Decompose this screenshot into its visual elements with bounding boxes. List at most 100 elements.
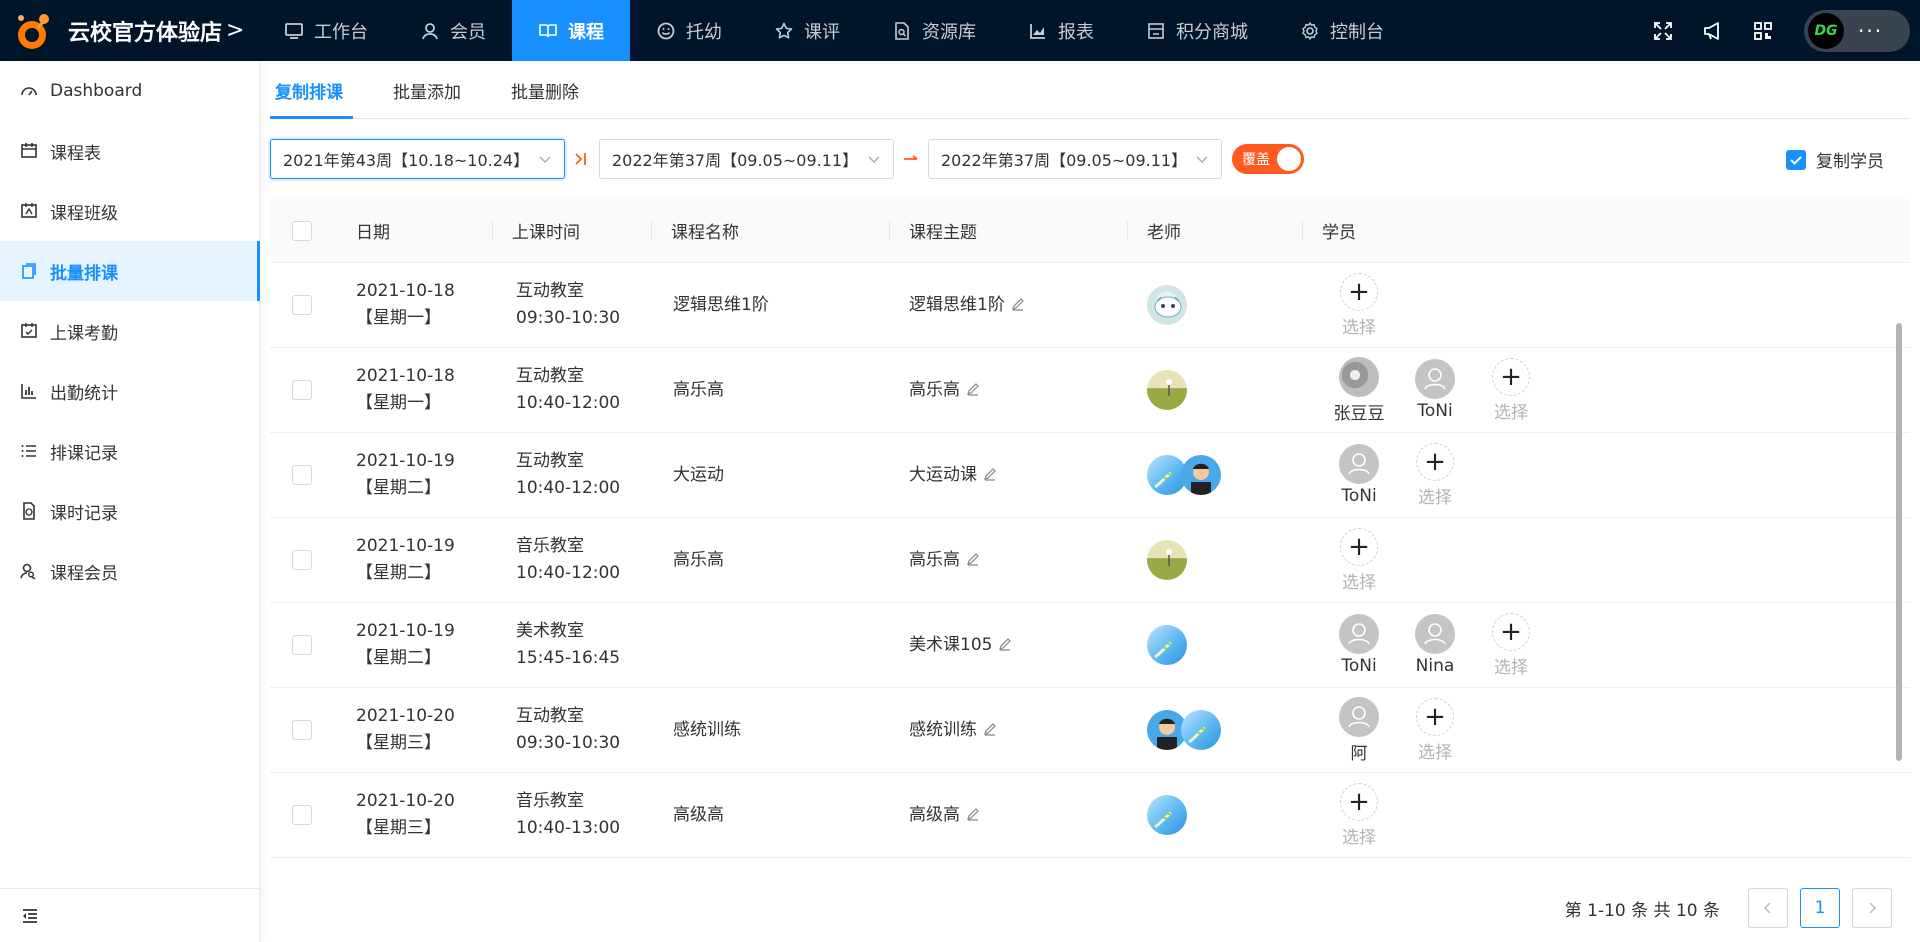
sidebar-item-attendance[interactable]: 上课考勤 (0, 301, 259, 361)
teacher-cell (1127, 710, 1302, 750)
select-student-button[interactable]: + 选择 (1484, 612, 1538, 678)
table-scrollbar[interactable] (1896, 323, 1902, 761)
copy-students-label: 复制学员 (1816, 152, 1884, 172)
edit-icon[interactable] (966, 807, 980, 821)
room-value: 互动教室 (516, 281, 584, 301)
pagination-summary: 第 1-10 条 共 10 条 (1564, 900, 1720, 921)
arrow-to-right-icon (575, 153, 586, 165)
sidebar-item-label: 课程会员 (50, 563, 118, 584)
plus-icon: + (1492, 612, 1530, 651)
course-cell: 大运动 (651, 462, 889, 489)
select-student-button[interactable]: + 选择 (1332, 527, 1386, 593)
sidebar-item-schedule-records[interactable]: 排课记录 (0, 421, 259, 481)
time-cell: 音乐教室 10:40-13:00 (492, 788, 651, 842)
nav-resources[interactable]: 资源库 (866, 0, 1002, 61)
nav-reports[interactable]: 报表 (1002, 0, 1120, 61)
sidebar-item-dashboard[interactable]: Dashboard (0, 61, 259, 121)
row-checkbox[interactable] (292, 805, 312, 825)
sidebar-item-course-members[interactable]: 课程会员 (0, 541, 259, 601)
sidebar-item-schedule[interactable]: 课程表 (0, 121, 259, 181)
nav-points-mall[interactable]: 积分商城 (1120, 0, 1274, 61)
student-chip[interactable]: ToNi (1332, 444, 1386, 506)
topic-name: 高乐高 (909, 549, 960, 570)
nav-childcare[interactable]: 托幼 (630, 0, 748, 61)
nav-reviews[interactable]: 课评 (748, 0, 866, 61)
monitor-icon (285, 22, 303, 39)
date-value: 2021-10-18 (356, 366, 455, 386)
edit-icon[interactable] (998, 637, 1012, 651)
copy-students-checkbox[interactable]: 复制学员 (1786, 147, 1884, 172)
date-value: 2021-10-20 (356, 706, 455, 726)
select-student-button[interactable]: + 选择 (1484, 357, 1538, 423)
student-chip[interactable]: ToNi (1332, 614, 1386, 676)
time-cell: 美术教室 15:45-16:45 (492, 618, 651, 672)
target-end-week-value: 2022年第37周【09.05~09.11】 (941, 151, 1188, 170)
student-chip[interactable]: Nina (1408, 614, 1462, 676)
row-checkbox[interactable] (292, 295, 312, 315)
course-name: 大运动 (673, 464, 724, 485)
header-date: 日期 (356, 223, 390, 243)
select-student-button[interactable]: + 选择 (1408, 697, 1462, 763)
qrcode-icon[interactable] (1752, 20, 1774, 42)
sidebar-item-hour-records[interactable]: 课时记录 (0, 481, 259, 541)
tab-batch-delete[interactable]: 批量删除 (506, 61, 584, 119)
nav-members[interactable]: 会员 (394, 0, 512, 61)
row-checkbox[interactable] (292, 720, 312, 740)
select-student-button[interactable]: + 选择 (1408, 442, 1462, 508)
dashboard-icon (21, 87, 37, 96)
more-icon: ··· (1858, 18, 1884, 43)
student-chip[interactable]: 阿 (1332, 696, 1386, 764)
row-checkbox[interactable] (292, 380, 312, 400)
copy-icon (22, 263, 36, 279)
row-checkbox[interactable] (292, 635, 312, 655)
date-cell: 2021-10-18 【星期一】 (356, 278, 492, 332)
target-end-week-select[interactable]: 2022年第37周【09.05~09.11】 (928, 139, 1222, 179)
nav-courses[interactable]: 课程 (512, 0, 630, 61)
announcement-icon[interactable] (1702, 20, 1724, 42)
page-1-button[interactable]: 1 (1800, 888, 1840, 928)
tab-batch-add[interactable]: 批量添加 (388, 61, 466, 119)
overwrite-toggle[interactable]: 覆盖 (1232, 144, 1304, 174)
target-start-week-select[interactable]: 2022年第37周【09.05~09.11】 (599, 139, 894, 179)
chevron-down-icon (539, 156, 551, 163)
edit-icon[interactable] (983, 467, 997, 481)
student-chip[interactable]: ToNi (1408, 359, 1462, 421)
sidebar-collapse-button[interactable] (0, 888, 259, 942)
user-menu[interactable]: DG ··· (1804, 9, 1910, 52)
teacher-cell (1127, 455, 1302, 495)
brand[interactable]: 云校官方体验店 > (0, 0, 258, 61)
table-header: 日期 上课时间 课程名称 课程主题 老师 学员 (270, 199, 1910, 263)
student-chip[interactable]: 张豆豆 (1332, 356, 1386, 424)
table-row: 2021-10-18 【星期一】 互动教室 10:40-12:00 高乐高 高乐… (270, 348, 1910, 433)
nav-workbench[interactable]: 工作台 (258, 0, 394, 61)
tab-copy-schedule[interactable]: 复制排课 (270, 61, 353, 119)
edit-icon[interactable] (1011, 297, 1025, 311)
source-week-select[interactable]: 2021年第43周【10.18~10.24】 (270, 139, 565, 179)
select-all-checkbox[interactable] (292, 220, 312, 241)
topic-name: 感统训练 (909, 719, 977, 740)
time-value: 10:40-13:00 (516, 818, 621, 838)
select-label: 选择 (1418, 487, 1452, 508)
room-value: 互动教室 (516, 366, 584, 386)
header-teacher: 老师 (1127, 199, 1302, 263)
sidebar-item-attendance-stats[interactable]: 出勤统计 (0, 361, 259, 421)
sidebar-item-batch-schedule[interactable]: 批量排课 (0, 241, 260, 301)
select-student-button[interactable]: + 选择 (1332, 272, 1386, 338)
next-page-button[interactable] (1852, 888, 1892, 928)
row-checkbox[interactable] (292, 550, 312, 570)
sidebar-item-classes[interactable]: 课程班级 (0, 181, 259, 241)
row-checkbox[interactable] (292, 465, 312, 485)
nav-console[interactable]: 控制台 (1274, 0, 1410, 61)
time-cell: 音乐教室 10:40-12:00 (492, 533, 651, 587)
topic-name: 高级高 (909, 804, 960, 825)
date-cell: 2021-10-20 【星期三】 (356, 788, 492, 842)
course-cell: 高级高 (651, 802, 889, 829)
file-clock-icon (23, 502, 35, 520)
edit-icon[interactable] (983, 722, 997, 736)
edit-icon[interactable] (966, 382, 980, 396)
prev-page-button[interactable] (1748, 888, 1788, 928)
select-student-button[interactable]: + 选择 (1332, 782, 1386, 848)
topic-cell: 高乐高 (889, 547, 1127, 574)
fullscreen-icon[interactable] (1652, 20, 1674, 42)
edit-icon[interactable] (966, 552, 980, 566)
